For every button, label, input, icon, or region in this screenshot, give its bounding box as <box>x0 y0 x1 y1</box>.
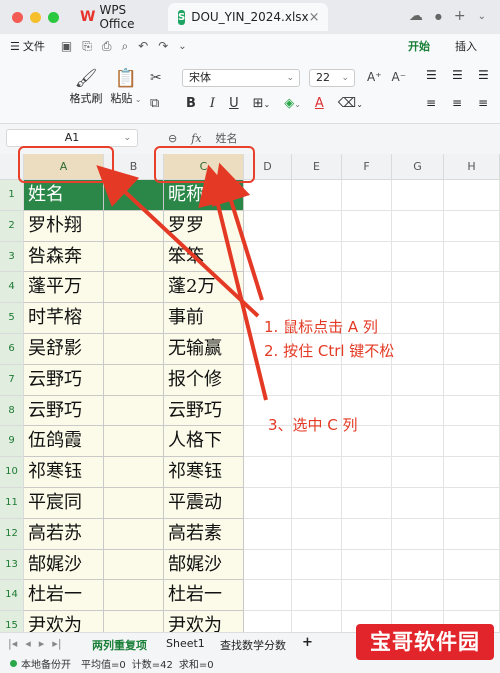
last-sheet-icon[interactable]: ▸| <box>52 637 61 650</box>
annotation-arrows <box>96 162 268 401</box>
watermark-logo: 宝哥软件园 <box>356 624 494 660</box>
status-sum: 求和=0 <box>178 660 214 671</box>
backup-status[interactable]: 本地备份开 <box>21 656 71 671</box>
sheet-tab-duplicates[interactable]: 两列重复项 <box>92 637 147 653</box>
arrow-to-column-c <box>212 162 264 301</box>
first-sheet-icon[interactable]: |◂ <box>8 637 17 650</box>
backup-status-icon <box>10 660 17 667</box>
annotation-step2: 2. 按住 Ctrl 键不松 <box>264 342 395 360</box>
next-sheet-icon[interactable]: ▸ <box>39 637 45 650</box>
add-sheet-button[interactable]: + <box>302 635 313 650</box>
annotation-step3: 3、选中 C 列 <box>268 416 358 434</box>
sheet-tab-math-scores[interactable]: 查找数学分数 <box>220 637 286 653</box>
status-count: 计数=42 <box>131 660 173 671</box>
arrow-to-column-a <box>96 165 260 318</box>
sheet-tab-sheet1[interactable]: Sheet1 <box>166 637 205 650</box>
status-average: 平均值=0 <box>81 660 126 671</box>
prev-sheet-icon[interactable]: ◂ <box>25 637 31 650</box>
annotation-step1: 1. 鼠标点击 A 列 <box>264 318 378 336</box>
